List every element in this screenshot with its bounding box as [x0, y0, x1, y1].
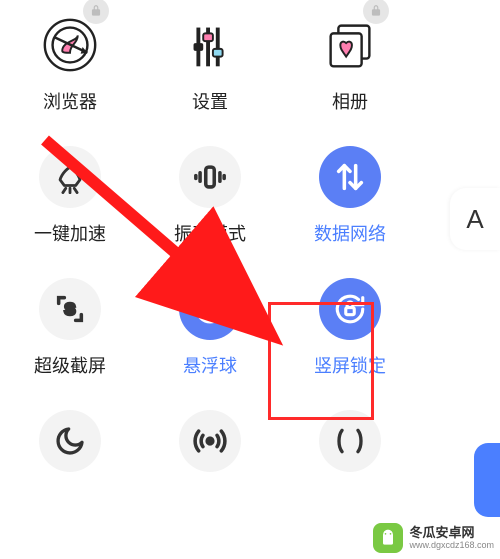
target-icon: [179, 278, 241, 340]
settings-icon: [175, 10, 245, 80]
data-arrows-icon: [319, 146, 381, 208]
watermark: 冬瓜安卓网 www.dgxcdz168.com: [373, 523, 494, 553]
app-browser[interactable]: 浏览器: [0, 10, 140, 114]
toggle-label: 一键加速: [34, 220, 106, 246]
toggle-night-mode[interactable]: [0, 406, 140, 476]
watermark-url: www.dgxcdz168.com: [409, 541, 494, 550]
app-gallery[interactable]: 相册: [280, 10, 420, 114]
screenshot-icon: S: [39, 278, 101, 340]
toggle-label: 超级截屏: [34, 352, 106, 378]
watermark-logo-icon: [373, 523, 403, 553]
app-label: 设置: [192, 88, 228, 114]
app-label: 相册: [332, 88, 368, 114]
svg-text:S: S: [65, 302, 75, 319]
toggle-label: 数据网络: [314, 220, 386, 246]
lock-icon: [363, 0, 389, 24]
toggle-rotation-lock[interactable]: 竖屏锁定: [280, 274, 420, 378]
toggle-float-ball[interactable]: 悬浮球: [140, 274, 280, 378]
toggle-label: 振动模式: [174, 220, 246, 246]
toggle-extra[interactable]: [280, 406, 420, 476]
gallery-icon: [315, 10, 385, 80]
lock-icon: [83, 0, 109, 24]
moon-icon: [39, 410, 101, 472]
rocket-icon: [39, 146, 101, 208]
toggle-label: 竖屏锁定: [314, 352, 386, 378]
toggle-boost[interactable]: 一键加速: [0, 142, 140, 246]
watermark-title: 冬瓜安卓网: [409, 526, 494, 539]
toggle-super-screenshot[interactable]: S 超级截屏: [0, 274, 140, 378]
rotation-lock-icon: [319, 278, 381, 340]
toggle-data-network[interactable]: 数据网络: [280, 142, 420, 246]
side-tab-label: A: [466, 204, 483, 235]
app-settings[interactable]: 设置: [140, 10, 280, 114]
toggle-label: 悬浮球: [183, 352, 237, 378]
browser-icon: [35, 10, 105, 80]
toggle-hotspot[interactable]: [140, 406, 280, 476]
generic-icon: [319, 410, 381, 472]
hotspot-icon: [179, 410, 241, 472]
vibrate-icon: [179, 146, 241, 208]
app-label: 浏览器: [43, 88, 97, 114]
side-font-tab[interactable]: A: [450, 188, 500, 250]
quick-settings-grid: 浏览器 设置 相册: [0, 0, 420, 476]
side-indicator: [474, 443, 500, 517]
toggle-vibrate[interactable]: 振动模式: [140, 142, 280, 246]
